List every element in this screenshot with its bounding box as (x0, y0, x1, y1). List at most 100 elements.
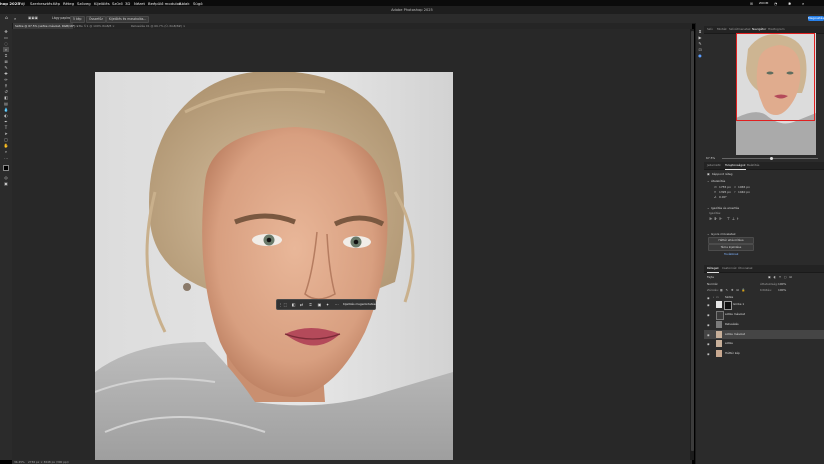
align-chevron-icon[interactable]: ⌄ (707, 206, 709, 210)
learn-icon[interactable]: ● (698, 53, 703, 58)
menu-filter[interactable]: Szűrő (112, 1, 123, 6)
layer-row[interactable]: ◉ szőke (704, 339, 824, 348)
crop-tool-icon[interactable]: ⌗ (3, 53, 9, 58)
opacity-field[interactable]: 100% (778, 282, 786, 286)
blend-mode-select[interactable]: Normál (707, 282, 717, 286)
mask-icon[interactable]: ◧ (291, 302, 296, 307)
brush-settings-icon[interactable]: ✎ (698, 41, 703, 46)
hand-tool-icon[interactable]: ✋ (3, 143, 9, 148)
y-field[interactable]: 1040 px (738, 190, 750, 194)
eyedropper-tool-icon[interactable]: ✎ (3, 65, 9, 70)
artboard-tool-icon[interactable]: ▭ (3, 35, 9, 40)
layer-filter-icons[interactable]: ▣ ◐ T ▢ ⊡ (768, 275, 793, 279)
layer-name[interactable]: Görbe 1 (733, 300, 744, 309)
zoom-level[interactable]: 34.45% (14, 460, 25, 464)
dodge-tool-icon[interactable]: ◐ (3, 113, 9, 118)
foreground-color-swatch[interactable] (3, 165, 9, 171)
tab-properties[interactable]: Tulajdonságok (725, 162, 746, 170)
visibility-eye-icon[interactable]: ◉ (707, 352, 710, 356)
history-brush-tool-icon[interactable]: ↺ (3, 89, 9, 94)
more-options-icon[interactable]: ⋯ (334, 302, 339, 307)
spot-healing-tool-icon[interactable]: ✚ (3, 71, 9, 76)
tab-color[interactable]: Szín (707, 26, 713, 33)
menu-select[interactable]: Kijelölés (94, 1, 110, 6)
selection-mode-icons[interactable]: ▣▣▣ (28, 16, 38, 21)
gradient-tool-icon[interactable]: ▤ (3, 101, 9, 106)
width-field[interactable]: 1755 px (719, 185, 731, 189)
menu-help[interactable]: Súgó (193, 1, 203, 6)
quick-mask-icon[interactable]: ◎ (3, 175, 9, 180)
navigator-view-box[interactable] (736, 33, 815, 121)
layer-row[interactable]: ◉ Háttér kép (704, 349, 824, 358)
transform-chevron-icon[interactable]: ⌄ (707, 179, 709, 183)
rectangle-tool-icon[interactable]: ▢ (3, 137, 9, 142)
menu-window[interactable]: Ablak (179, 1, 190, 6)
canvas-scrollbar[interactable] (690, 29, 694, 460)
x-field[interactable]: 1065 px (738, 185, 750, 189)
select-subject-icon[interactable]: ⬚ (283, 302, 288, 307)
glyphs-icon[interactable]: ⊡ (698, 47, 703, 52)
menu-3d[interactable]: 3D (125, 1, 130, 6)
type-tool-icon[interactable]: T (3, 125, 9, 130)
remove-background-button[interactable]: Háttér eltávolítása (708, 237, 754, 244)
blur-tool-icon[interactable]: 💧 (3, 107, 9, 112)
layer-name[interactable]: Retusálás (725, 320, 739, 329)
home-icon[interactable]: ⌂ (5, 16, 8, 21)
menu-app[interactable]: hop 2025 (0, 1, 20, 6)
layer-name[interactable]: szőke másolat (725, 310, 745, 319)
screen-mode-icon[interactable]: ▣ (3, 181, 9, 186)
layer-row[interactable]: ◉ szőke másolat (704, 310, 824, 320)
layer-row-selected[interactable]: ◉ szőke másolat (704, 330, 824, 339)
grid-icon[interactable]: ⊞ (750, 1, 753, 6)
lock-icons[interactable]: ▦ ✎ ✥ ⊡ 🔒 (720, 288, 746, 292)
tab-layers[interactable]: Rétegek (707, 265, 719, 273)
clone-stamp-tool-icon[interactable]: ⚲ (3, 83, 9, 88)
quick-actions-chevron-icon[interactable]: ⌄ (707, 232, 709, 236)
brush-tool-icon[interactable]: ✏ (3, 77, 9, 82)
tab-channels[interactable]: Csatornák (722, 265, 737, 272)
tab-histogram[interactable]: Hisztogram (768, 26, 785, 33)
path-selection-tool-icon[interactable]: ➤ (3, 131, 9, 136)
visibility-eye-icon[interactable]: ◉ (707, 342, 710, 346)
adjust-icon[interactable]: ✦ (325, 302, 330, 307)
visibility-eye-icon[interactable]: ◉ (707, 333, 710, 337)
frame-tool-icon[interactable]: ⊠ (3, 59, 9, 64)
portrait-photo[interactable] (95, 72, 453, 462)
navigator-thumbnail[interactable] (736, 33, 816, 155)
visibility-eye-icon[interactable]: ◉ (707, 296, 710, 300)
layer-name[interactable]: szőke másolat (725, 330, 745, 339)
tab-adjustments[interactable]: Beállítás (747, 162, 759, 169)
navigator-zoom-value[interactable]: 67.5% (706, 156, 715, 160)
menu-edit[interactable]: Szerkesztés (30, 1, 52, 6)
menu-file[interactable]: Fájl (19, 1, 25, 6)
layer-filter-kind[interactable]: Fajta (707, 275, 714, 279)
fill-field[interactable]: 100% (778, 288, 786, 292)
layer-name[interactable]: szőke (725, 339, 733, 348)
deselect-button[interactable]: Kijelölés megszüntetése (343, 300, 377, 309)
navigator-zoom-slider[interactable] (722, 156, 818, 160)
more-tools-icon[interactable]: ⋯ (3, 156, 9, 161)
group-chevron-icon[interactable]: › (713, 295, 714, 299)
tab-attributes[interactable]: Jellemzők (707, 162, 721, 169)
play-icon[interactable]: ▶ (698, 35, 703, 40)
visibility-eye-icon[interactable]: ◉ (707, 303, 710, 307)
share-button[interactable]: Megosztás (808, 16, 824, 21)
more-link[interactable]: Továbbiak (724, 252, 738, 256)
quick-selection-tool-icon[interactable]: ⌕ (3, 47, 9, 52)
menu-layer[interactable]: Réteg (63, 1, 74, 6)
crop-icon[interactable]: ⌗ (308, 302, 313, 307)
visibility-eye-icon[interactable]: ◉ (707, 323, 710, 327)
move-tool-icon[interactable]: ✥ (3, 29, 9, 34)
layer-name[interactable]: Háttér kép (725, 349, 740, 358)
layer-row[interactable]: ◉ Görbe 1 (704, 300, 824, 310)
zoom-tool-icon[interactable]: ⌕ (3, 149, 9, 154)
brush-size-field[interactable]: 5 kép (70, 16, 85, 23)
select-subject-button[interactable]: Téma kijelölése (708, 244, 754, 251)
select-and-mask-button[interactable]: Kijelölés és maszkolás... (106, 16, 150, 23)
layer-row[interactable]: ◉ Retusálás (704, 320, 824, 329)
fill-icon[interactable]: ▣ (317, 302, 322, 307)
timer-icon[interactable]: ◔ (774, 1, 777, 6)
menu-view[interactable]: Nézet (134, 1, 145, 6)
menu-plugins[interactable]: Beépülő modulok (148, 1, 181, 6)
visibility-eye-icon[interactable]: ◉ (707, 313, 710, 317)
